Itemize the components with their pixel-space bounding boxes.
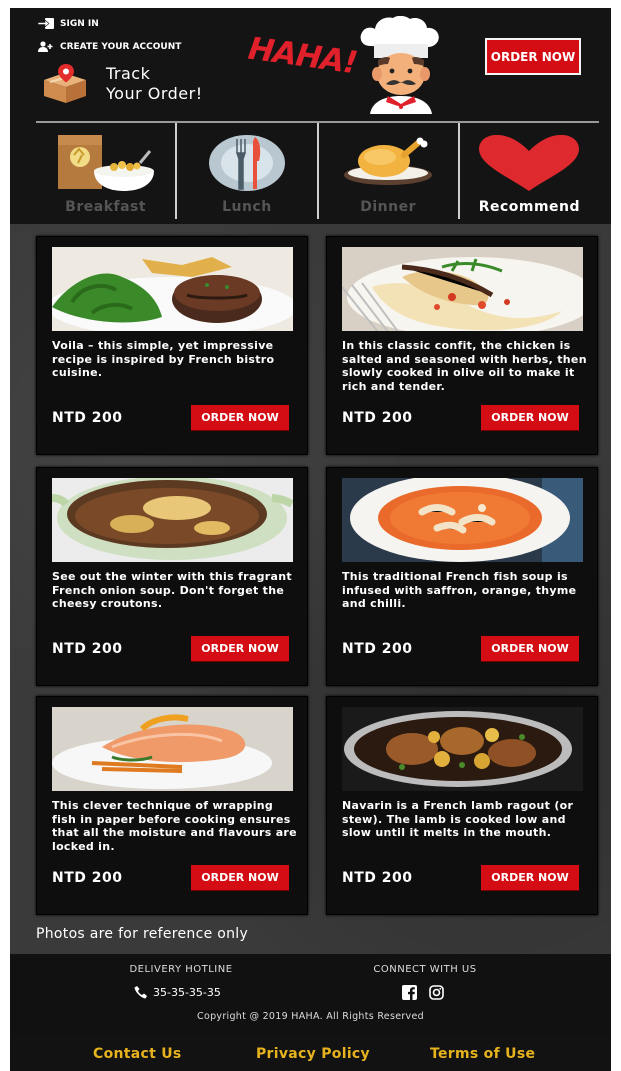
sign-in-icon: [38, 18, 54, 29]
plate-cutlery-icon: [208, 135, 285, 191]
category-dinner[interactable]: Dinner: [316, 123, 458, 219]
footer: DELIVERY HOTLINE 35-35-35-35 CONNECT WIT…: [10, 954, 611, 1036]
sign-in-link[interactable]: SIGN IN: [38, 18, 99, 29]
dish-photo: [342, 707, 583, 791]
social-links: [402, 985, 444, 1000]
roast-chicken-icon: [344, 137, 433, 185]
dish-photo: [342, 247, 583, 331]
photo-disclaimer: Photos are for reference only: [36, 926, 249, 942]
dish-photo: [52, 478, 293, 562]
dish-description: See out the winter with this fragrant Fr…: [52, 570, 292, 610]
order-now-button[interactable]: ORDER NOW: [191, 865, 289, 890]
track-order-text: Track Your Order!: [106, 64, 203, 104]
dish-card: Voila – this simple, yet impressive reci…: [36, 236, 308, 455]
category-label: Dinner: [360, 199, 416, 215]
connect-title: CONNECT WITH US: [373, 964, 477, 975]
category-breakfast[interactable]: Breakfast: [36, 123, 175, 219]
package-location-icon: [44, 64, 86, 103]
category-label: Breakfast: [65, 199, 147, 215]
privacy-policy-link[interactable]: Privacy Policy: [256, 1046, 370, 1062]
phone-number: 35-35-35-35: [153, 986, 221, 999]
dish-price: NTD 200: [52, 870, 123, 886]
page: SIGN IN CREATE YOUR ACCOUNT Track Your O…: [10, 8, 611, 1071]
heart-icon: [479, 135, 580, 191]
instagram-icon[interactable]: [429, 985, 444, 1000]
dish-card: In this classic confit, the chicken is s…: [326, 236, 598, 455]
order-now-button[interactable]: ORDER NOW: [191, 636, 289, 661]
track-line-1: Track: [106, 64, 151, 83]
chef-mascot-icon: [360, 16, 439, 114]
create-account-link[interactable]: CREATE YOUR ACCOUNT: [38, 41, 181, 52]
category-recommend[interactable]: Recommend: [457, 123, 599, 219]
dish-price: NTD 200: [342, 870, 413, 886]
contact-us-link[interactable]: Contact Us: [93, 1046, 182, 1062]
dish-description: This clever technique of wrapping fish i…: [52, 799, 297, 853]
order-now-button[interactable]: ORDER NOW: [481, 405, 579, 430]
category-nav: Breakfast Lunch Dinner Recommend: [36, 123, 599, 219]
track-order-link[interactable]: Track Your Order!: [40, 64, 203, 104]
add-user-icon: [38, 41, 53, 52]
terms-of-use-link[interactable]: Terms of Use: [430, 1046, 535, 1062]
category-lunch[interactable]: Lunch: [175, 123, 316, 219]
brand-logo[interactable]: HAHA!: [246, 31, 359, 82]
dish-description: This traditional French fish soup is inf…: [342, 570, 577, 610]
hotline-phone[interactable]: 35-35-35-35: [134, 986, 221, 999]
header-order-now-button[interactable]: ORDER NOW: [485, 38, 581, 75]
dish-card: Navarin is a French lamb ragout (or stew…: [326, 696, 598, 915]
dish-description: In this classic confit, the chicken is s…: [342, 339, 587, 393]
track-line-2: Your Order!: [106, 84, 203, 103]
category-label: Lunch: [222, 199, 272, 215]
header: SIGN IN CREATE YOUR ACCOUNT Track Your O…: [10, 8, 611, 224]
breakfast-icon: [57, 135, 154, 191]
dish-photo: [52, 247, 293, 331]
dish-price: NTD 200: [342, 641, 413, 657]
dish-description: Navarin is a French lamb ragout (or stew…: [342, 799, 574, 839]
menu-grid: Voila – this simple, yet impressive reci…: [10, 224, 611, 954]
phone-icon: [134, 986, 147, 999]
dish-price: NTD 200: [342, 410, 413, 426]
dish-card: This traditional French fish soup is inf…: [326, 467, 598, 686]
order-now-button[interactable]: ORDER NOW: [481, 865, 579, 890]
hotline-title: DELIVERY HOTLINE: [129, 964, 233, 975]
dish-card: This clever technique of wrapping fish i…: [36, 696, 308, 915]
dish-price: NTD 200: [52, 641, 123, 657]
dish-card: See out the winter with this fragrant Fr…: [36, 467, 308, 686]
facebook-icon[interactable]: [402, 985, 417, 1000]
copyright: Copyright @ 2019 HAHA. All Rights Reserv…: [197, 1011, 424, 1022]
sign-in-label: SIGN IN: [60, 18, 99, 29]
dish-photo: [342, 478, 583, 562]
order-now-button[interactable]: ORDER NOW: [481, 636, 579, 661]
category-label: Recommend: [478, 199, 581, 215]
dish-description: Voila – this simple, yet impressive reci…: [52, 339, 275, 379]
bottom-links: Contact Us Privacy Policy Terms of Use: [10, 1036, 611, 1071]
create-account-label: CREATE YOUR ACCOUNT: [60, 41, 182, 52]
order-now-button[interactable]: ORDER NOW: [191, 405, 289, 430]
dish-photo: [52, 707, 293, 791]
dish-price: NTD 200: [52, 410, 123, 426]
